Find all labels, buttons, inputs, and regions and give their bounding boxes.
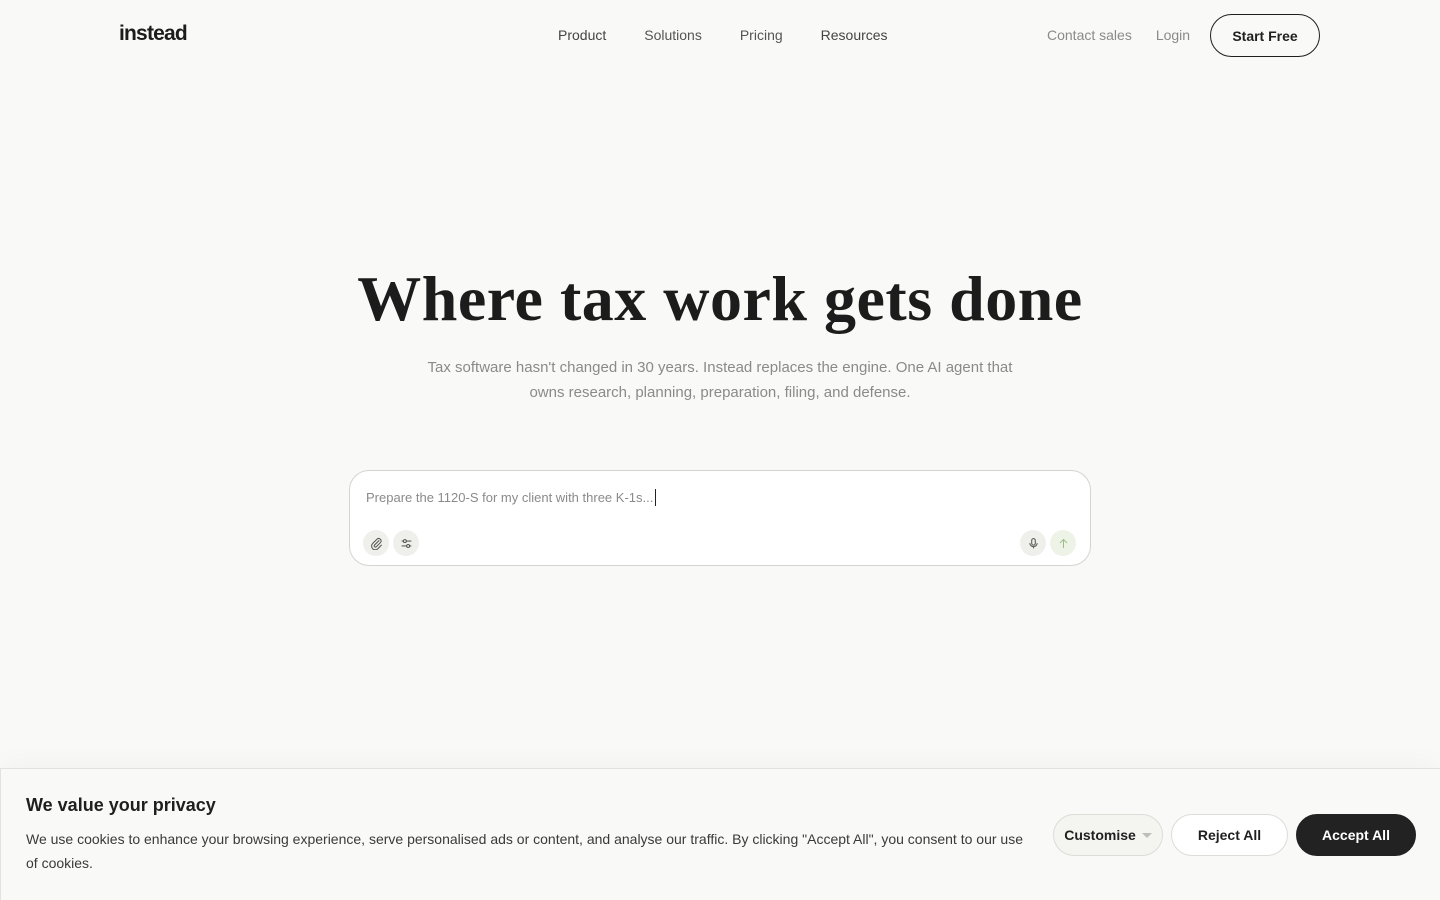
main-nav: Product Solutions Pricing Resources [558,27,926,43]
hero-subtitle: Tax software hasn't changed in 30 years.… [420,355,1020,405]
hero-title: Where tax work gets done [357,263,1083,334]
nav-product[interactable]: Product [558,27,606,43]
arrow-up-icon [1059,538,1067,548]
customise-label: Customise [1064,827,1136,843]
prompt-placeholder: Prepare the 1120-S for my client with th… [366,490,654,505]
customise-button[interactable]: Customise [1053,814,1163,856]
microphone-icon [1028,537,1038,548]
mic-button[interactable] [1020,530,1046,556]
cookie-banner: We value your privacy We use cookies to … [0,768,1440,900]
sliders-icon [401,538,411,548]
reject-all-button[interactable]: Reject All [1171,814,1288,856]
paperclip-icon [370,537,382,550]
contact-sales-link[interactable]: Contact sales [1047,27,1132,43]
send-button[interactable] [1050,530,1076,556]
site-header: instead Product Solutions Pricing Resour… [0,0,1440,72]
nav-solutions[interactable]: Solutions [644,27,702,43]
start-free-button[interactable]: Start Free [1210,14,1320,57]
prompt-box[interactable]: Prepare the 1120-S for my client with th… [349,470,1091,566]
text-caret [655,489,657,506]
logo[interactable]: instead [119,22,188,46]
cookie-title: We value your privacy [26,795,216,815]
nav-pricing[interactable]: Pricing [740,27,783,43]
chevron-down-icon [1141,832,1152,838]
prompt-input[interactable]: Prepare the 1120-S for my client with th… [366,489,657,506]
login-link[interactable]: Login [1156,27,1190,43]
nav-resources[interactable]: Resources [821,27,888,43]
attach-button[interactable] [363,530,389,556]
cookie-body: We use cookies to enhance your browsing … [26,831,1023,871]
settings-button[interactable] [393,530,419,556]
accept-all-button[interactable]: Accept All [1296,814,1416,856]
hero-subtitle-line-1: Tax software hasn't changed in 30 years.… [427,359,1013,376]
header-right-links: Contact sales Login [1047,27,1214,43]
hero-subtitle-line-2: owns research, planning, preparation, fi… [529,384,911,401]
